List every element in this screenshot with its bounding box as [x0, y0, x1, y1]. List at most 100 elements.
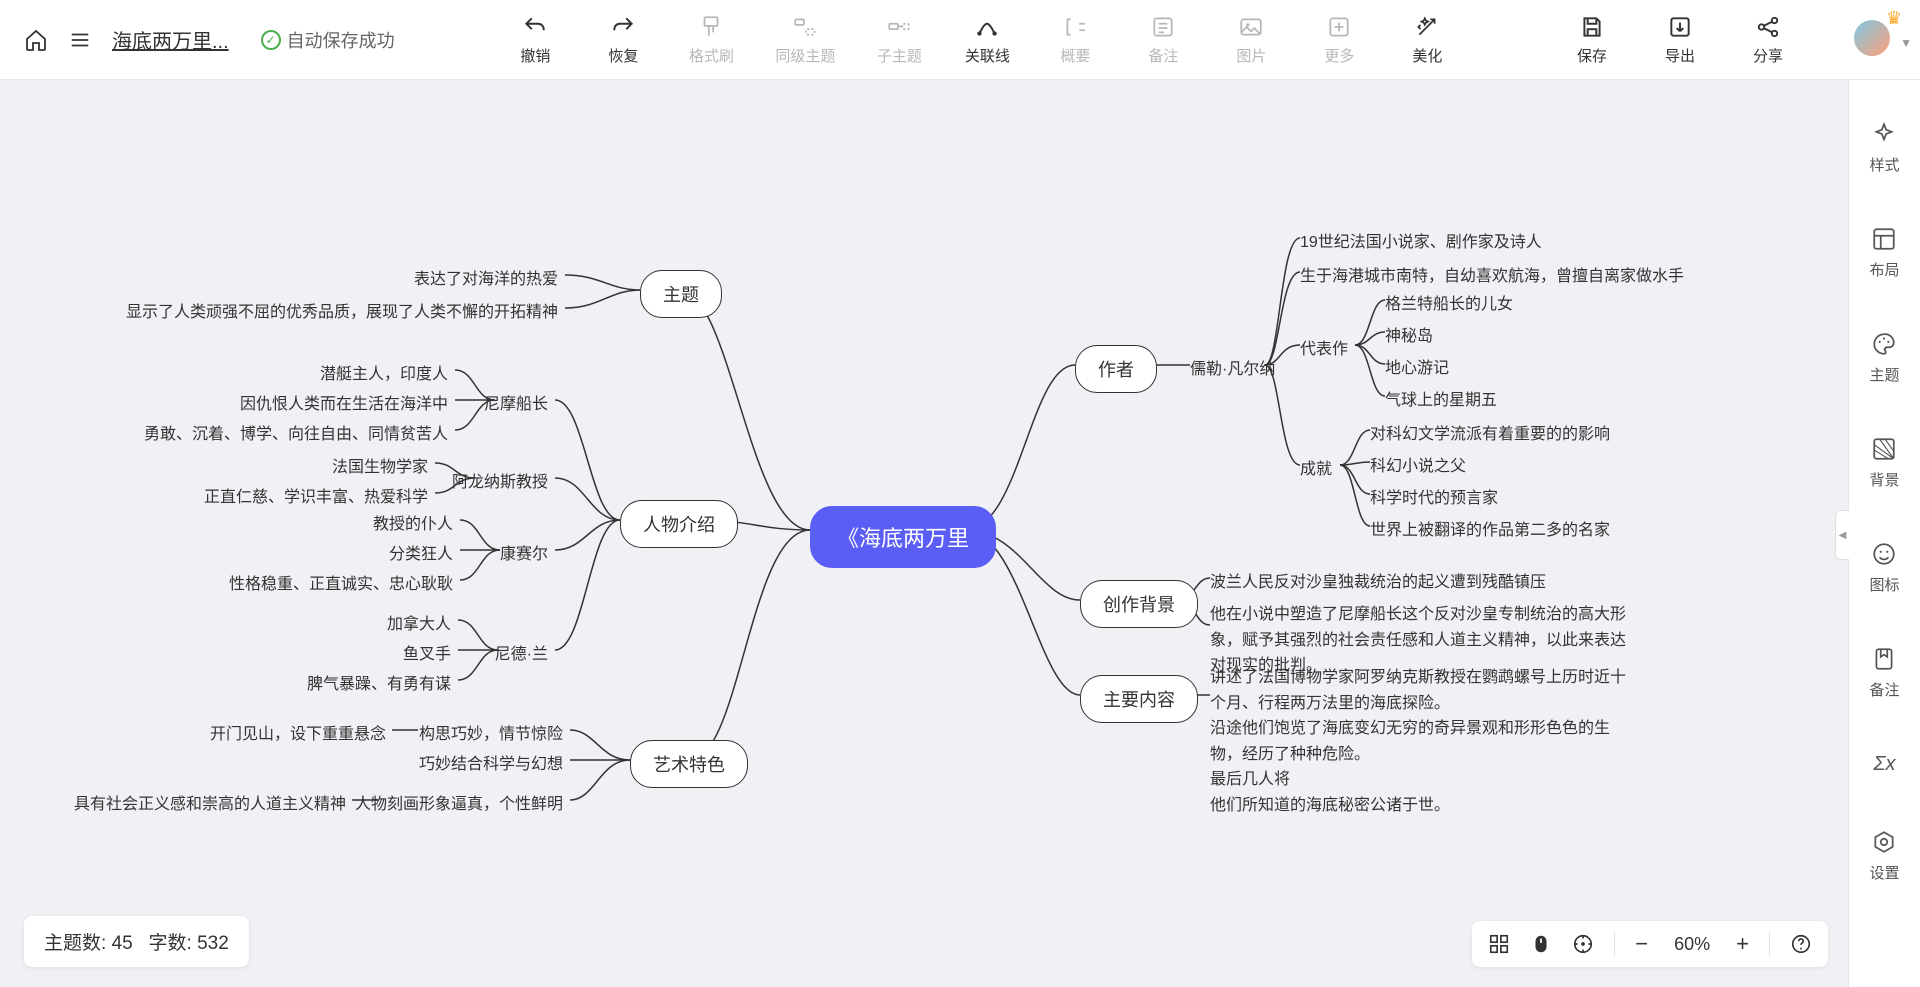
- leaf[interactable]: 勇敢、沉着、博学、向往自由、同情贫苦人: [144, 420, 448, 444]
- mindmap-canvas[interactable]: 《海底两万里 主题 表达了对海洋的热爱 显示了人类顽强不屈的优秀品质，展现了人类…: [0, 80, 1848, 987]
- zoom-percent[interactable]: 60%: [1668, 934, 1716, 955]
- node-achv[interactable]: 成就: [1300, 455, 1332, 479]
- leaf[interactable]: 气球上的星期五: [1385, 386, 1497, 410]
- zoom-in-button[interactable]: +: [1736, 931, 1749, 957]
- crown-icon: ♛: [1886, 8, 1902, 29]
- node-characters[interactable]: 人物介绍: [620, 500, 738, 548]
- undo-icon: [521, 13, 549, 41]
- leaf[interactable]: 格兰特船长的儿女: [1385, 290, 1513, 314]
- save-button[interactable]: 保存: [1568, 13, 1616, 66]
- leaf[interactable]: 巧妙结合科学与幻想: [419, 750, 563, 774]
- leaf[interactable]: 生于海港城市南特，自幼喜欢航海，曾擅自离家做水手: [1300, 262, 1684, 286]
- leaf[interactable]: 具有社会正义感和崇高的人道主义精神: [74, 790, 346, 814]
- magic-icon: [1413, 13, 1441, 41]
- leaf[interactable]: 开门见山，设下重重悬念: [210, 720, 386, 744]
- summary-button: 概要: [1051, 13, 1099, 66]
- leaf[interactable]: 波兰人民反对沙皇独裁统治的起义遭到残酷镇压: [1210, 568, 1546, 592]
- sidebar-formula[interactable]: Σx: [1871, 750, 1899, 778]
- root-node[interactable]: 《海底两万里: [810, 506, 996, 568]
- menu-button[interactable]: [68, 28, 92, 52]
- leaf[interactable]: 潜艇主人，印度人: [320, 360, 448, 384]
- leaf[interactable]: 性格稳重、正直诚实、忠心耿耿: [229, 570, 453, 594]
- leaf[interactable]: 表达了对海洋的热爱: [414, 265, 558, 289]
- leaf[interactable]: 对科幻文学流派有着重要的的影响: [1370, 420, 1610, 444]
- home-icon: [24, 27, 48, 53]
- sidebar-settings[interactable]: 设置: [1869, 828, 1899, 883]
- node-background[interactable]: 创作背景: [1080, 580, 1198, 628]
- status-bar: 主题数: 45 字数: 532: [24, 916, 249, 967]
- leaf[interactable]: 脾气暴躁、有勇有谋: [307, 670, 451, 694]
- export-button[interactable]: 导出: [1656, 13, 1704, 66]
- node-aronnax[interactable]: 阿龙纳斯教授: [452, 468, 548, 492]
- leaf[interactable]: 地心游记: [1385, 354, 1449, 378]
- brush-icon: [697, 13, 725, 41]
- relation-button[interactable]: 关联线: [963, 13, 1011, 66]
- sidebar-style[interactable]: 样式: [1869, 120, 1899, 175]
- node-author-name[interactable]: 儒勒·凡尔纳: [1190, 355, 1275, 379]
- node-author[interactable]: 作者: [1075, 345, 1157, 393]
- user-avatar[interactable]: ♛ ▼: [1852, 18, 1896, 62]
- leaf[interactable]: 科学时代的预言家: [1370, 484, 1498, 508]
- leaf[interactable]: 法国生物学家: [332, 453, 428, 477]
- leaf[interactable]: 人物刻画形象逼真，个性鲜明: [355, 790, 563, 814]
- node-nemo[interactable]: 尼摩船长: [484, 390, 548, 414]
- leaf[interactable]: 加拿大人: [387, 610, 451, 634]
- node-works[interactable]: 代表作: [1300, 335, 1348, 359]
- palette-icon: [1870, 330, 1898, 358]
- undo-button[interactable]: 撤销: [511, 13, 559, 66]
- more-button: 更多: [1315, 13, 1363, 66]
- leaf[interactable]: 鱼叉手: [403, 640, 451, 664]
- leaf[interactable]: 19世纪法国小说家、剧作家及诗人: [1300, 228, 1542, 252]
- center-button[interactable]: [1572, 933, 1594, 955]
- leaf[interactable]: 科幻小说之父: [1370, 452, 1466, 476]
- leaf[interactable]: 正直仁慈、学识丰富、热爱科学: [204, 483, 428, 507]
- leaf[interactable]: 构思巧妙，情节惊险: [419, 720, 563, 744]
- node-art[interactable]: 艺术特色: [630, 740, 748, 788]
- sidebar-note[interactable]: 备注: [1869, 645, 1899, 700]
- sibling-icon: [791, 13, 819, 41]
- leaf[interactable]: 教授的仆人: [373, 510, 453, 534]
- autosave-status: ✓ 自动保存成功: [261, 27, 395, 53]
- menu-icon: [69, 29, 91, 51]
- chevron-down-icon: ▼: [1900, 36, 1912, 50]
- autosave-label: 自动保存成功: [287, 27, 395, 53]
- sibling-topic-button: 同级主题: [775, 13, 835, 66]
- separator: [1769, 932, 1770, 956]
- beautify-button[interactable]: 美化: [1403, 13, 1451, 66]
- redo-button[interactable]: 恢复: [599, 13, 647, 66]
- leaf[interactable]: 因仇恨人类而在生活在海洋中: [240, 390, 448, 414]
- document-title[interactable]: 海底两万里...: [112, 25, 229, 54]
- node-theme[interactable]: 主题: [640, 270, 722, 318]
- share-icon: [1754, 13, 1782, 41]
- leaf[interactable]: 讲述了法国博物学家阿罗纳克斯教授在鹦鹉螺号上历时近十个月、行程两万法里的海底探险…: [1210, 665, 1640, 819]
- sidebar-theme[interactable]: 主题: [1869, 330, 1899, 385]
- format-brush-button: 格式刷: [687, 13, 735, 66]
- share-button[interactable]: 分享: [1744, 13, 1792, 66]
- help-button[interactable]: [1790, 933, 1812, 955]
- sparkle-icon: [1870, 120, 1898, 148]
- leaf[interactable]: 神秘岛: [1385, 322, 1433, 346]
- node-conseil[interactable]: 康赛尔: [500, 540, 548, 564]
- mouse-mode-button[interactable]: [1530, 933, 1552, 955]
- sidebar-layout[interactable]: 布局: [1869, 225, 1899, 280]
- leaf[interactable]: 世界上被翻译的作品第二多的名家: [1370, 516, 1610, 540]
- child-topic-button: 子主题: [875, 13, 923, 66]
- sidebar-background[interactable]: 背景: [1869, 435, 1899, 490]
- more-icon: [1325, 13, 1353, 41]
- node-ned[interactable]: 尼德·兰: [495, 640, 548, 664]
- export-icon: [1666, 13, 1694, 41]
- sidebar-icon[interactable]: 图标: [1869, 540, 1899, 595]
- node-content[interactable]: 主要内容: [1080, 675, 1198, 723]
- image-button: 图片: [1227, 13, 1275, 66]
- top-toolbar: 海底两万里... ✓ 自动保存成功 撤销 恢复 格式刷 同级主题 子主题 关: [0, 0, 1920, 80]
- words-value: 532: [197, 933, 229, 954]
- bookmark-icon: [1870, 645, 1898, 673]
- child-icon: [885, 13, 913, 41]
- zoom-out-button[interactable]: −: [1635, 931, 1648, 957]
- right-sidebar: ◀ 样式 布局 主题 背景 图标 备注 Σx 设置: [1848, 80, 1920, 987]
- background-icon: [1870, 435, 1898, 463]
- home-button[interactable]: [24, 28, 48, 52]
- leaf[interactable]: 分类狂人: [389, 540, 453, 564]
- grid-view-button[interactable]: [1488, 933, 1510, 955]
- leaf[interactable]: 显示了人类顽强不屈的优秀品质，展现了人类不懈的开拓精神: [126, 298, 558, 322]
